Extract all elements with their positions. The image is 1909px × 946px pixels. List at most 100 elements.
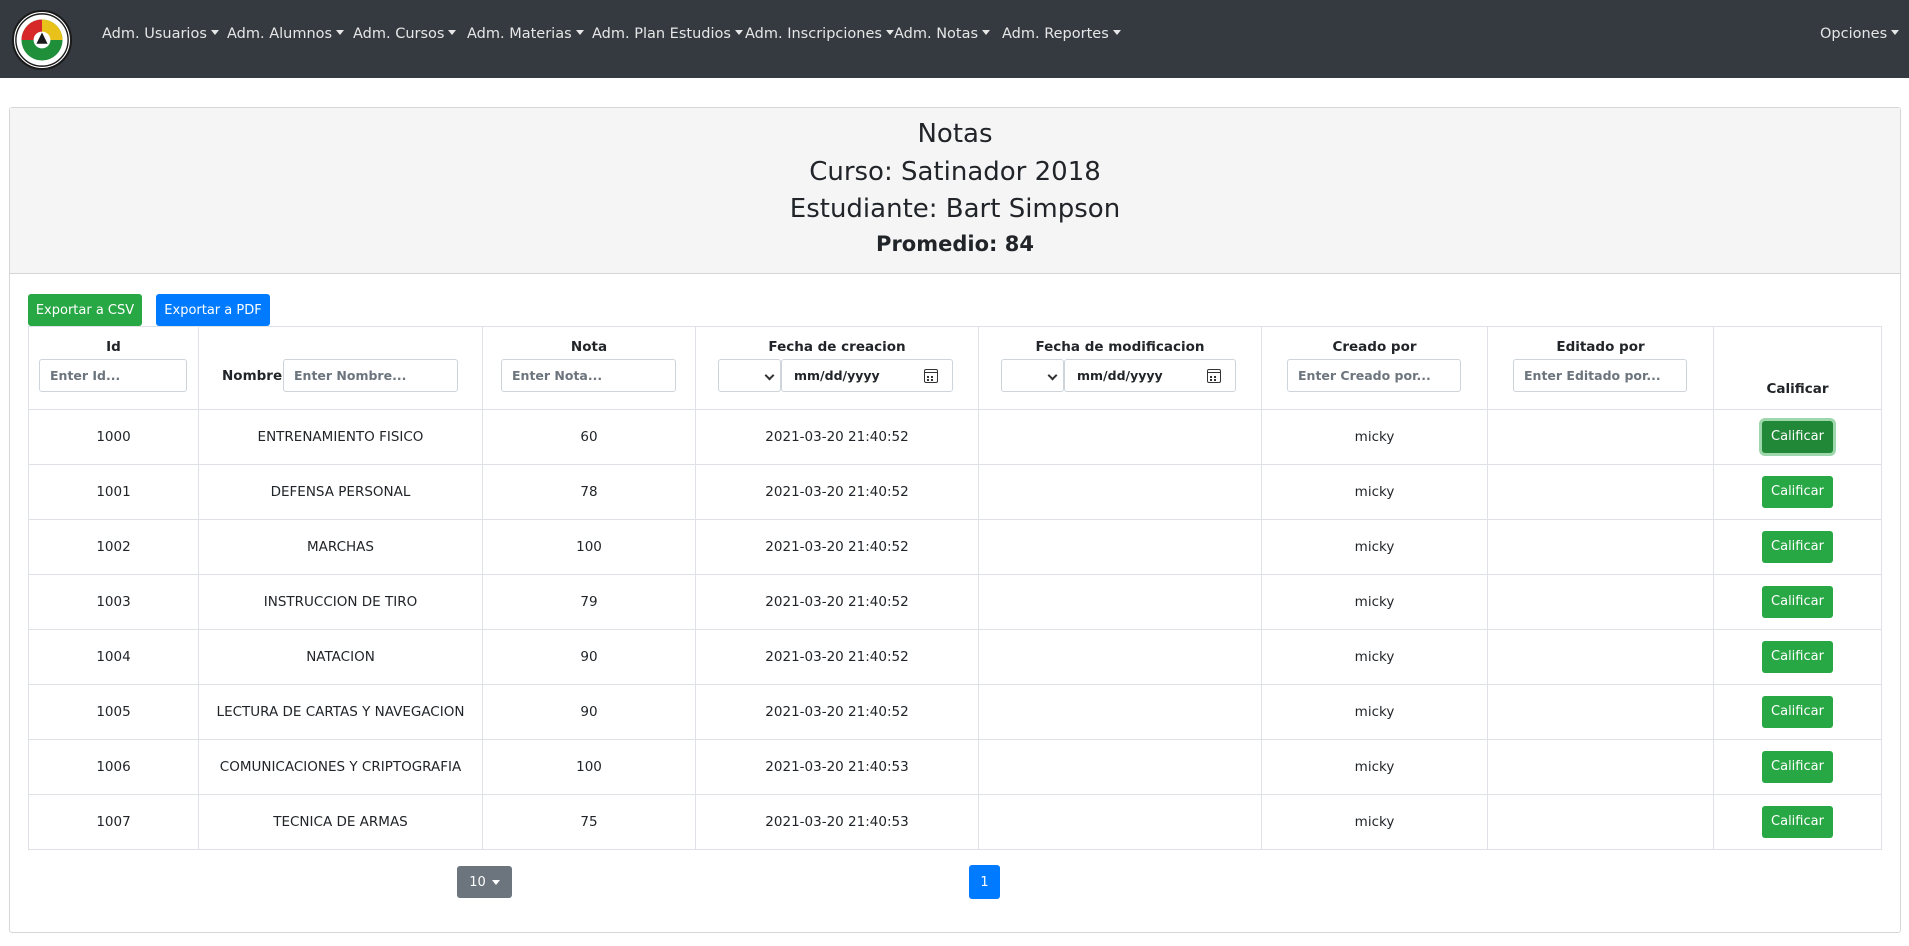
table-row: 1006 COMUNICACIONES Y CRIPTOGRAFIA 100 2…: [28, 739, 1882, 795]
table-row: 1004 NATACION 90 2021-03-20 21:40:52 mic…: [28, 629, 1882, 685]
calificar-button[interactable]: Calificar: [1762, 586, 1833, 618]
nav-adm-alumnos[interactable]: Adm. Alumnos: [227, 26, 345, 42]
export-csv-button[interactable]: Exportar a CSV: [28, 294, 142, 326]
nombre-filter-input[interactable]: Enter Nombre...: [283, 359, 458, 392]
cell-id: 1003: [28, 574, 199, 630]
cell-id: 1001: [28, 464, 199, 520]
cell-action: Calificar: [1713, 629, 1882, 685]
column-label-creado-por: Creado por: [1332, 339, 1417, 355]
caret-down-icon: [336, 30, 345, 35]
calendar-icon[interactable]: [924, 369, 938, 383]
nav-adm-plan-estudios[interactable]: Adm. Plan Estudios: [592, 26, 743, 42]
id-filter-input[interactable]: Enter Id...: [39, 359, 187, 392]
date-placeholder: mm/dd/yyyy: [1077, 368, 1163, 383]
page-size-dropdown[interactable]: 10: [457, 866, 512, 898]
column-label-calificar: Calificar: [1766, 381, 1829, 397]
cell-fecha-modificacion: [978, 794, 1262, 850]
calificar-button[interactable]: Calificar: [1762, 696, 1833, 728]
cell-action: Calificar: [1713, 684, 1882, 740]
logo[interactable]: [12, 10, 72, 70]
column-header-nota: Nota Enter Nota...: [482, 326, 696, 410]
caret-down-icon: [1891, 30, 1900, 35]
table-row: 1002 MARCHAS 100 2021-03-20 21:40:52 mic…: [28, 519, 1882, 575]
chevron-down-icon: [1047, 370, 1058, 381]
nav-opciones[interactable]: Opciones: [1820, 26, 1900, 42]
fecha-creacion-operator-select[interactable]: [718, 359, 781, 392]
cell-id: 1007: [28, 794, 199, 850]
column-header-fecha-modificacion: Fecha de modificacion mm/dd/yyyy: [978, 326, 1262, 410]
cell-fecha-creacion: 2021-03-20 21:40:52: [695, 574, 979, 630]
cell-fecha-modificacion: [978, 684, 1262, 740]
fecha-modificacion-operator-select[interactable]: [1001, 359, 1064, 392]
column-label-nota: Nota: [570, 339, 608, 355]
pagination-page-1[interactable]: 1: [969, 865, 1000, 899]
cell-nombre: TECNICA DE ARMAS: [198, 794, 483, 850]
cell-id: 1006: [28, 739, 199, 795]
cell-id: 1000: [28, 409, 199, 465]
cell-nota: 100: [482, 739, 696, 795]
cell-fecha-creacion: 2021-03-20 21:40:53: [695, 794, 979, 850]
nav-adm-cursos[interactable]: Adm. Cursos: [353, 26, 457, 42]
fecha-modificacion-date-input[interactable]: mm/dd/yyyy: [1064, 359, 1236, 392]
cell-action: Calificar: [1713, 794, 1882, 850]
caret-down-icon: [885, 30, 894, 35]
calificar-button[interactable]: Calificar: [1762, 421, 1833, 453]
column-header-id: Id Enter Id...: [28, 326, 199, 410]
caret-down-icon: [734, 30, 743, 35]
calendar-icon[interactable]: [1207, 369, 1221, 383]
nav-adm-inscripciones[interactable]: Adm. Inscripciones: [745, 26, 894, 42]
nota-filter-input[interactable]: Enter Nota...: [501, 359, 676, 392]
calificar-button[interactable]: Calificar: [1762, 531, 1833, 563]
nav-adm-materias[interactable]: Adm. Materias: [467, 26, 584, 42]
cell-id: 1004: [28, 629, 199, 685]
table-row: 1001 DEFENSA PERSONAL 78 2021-03-20 21:4…: [28, 464, 1882, 520]
calificar-button[interactable]: Calificar: [1762, 476, 1833, 508]
cell-fecha-creacion: 2021-03-20 21:40:53: [695, 739, 979, 795]
calificar-button[interactable]: Calificar: [1762, 751, 1833, 783]
nav-adm-reportes[interactable]: Adm. Reportes: [1002, 26, 1121, 42]
column-label-fecha-creacion: Fecha de creacion: [768, 339, 906, 355]
column-header-editado-por: Editado por Enter Editado por...: [1487, 326, 1714, 410]
cell-creado-por: micky: [1261, 574, 1488, 630]
logo-emblem-icon: [15, 13, 69, 67]
cell-creado-por: micky: [1261, 519, 1488, 575]
nav-label: Adm. Notas: [894, 26, 979, 42]
cell-nombre: MARCHAS: [198, 519, 483, 575]
nav-label: Adm. Materias: [467, 26, 572, 42]
fecha-creacion-date-input[interactable]: mm/dd/yyyy: [781, 359, 953, 392]
cell-editado-por: [1487, 739, 1714, 795]
export-pdf-button[interactable]: Exportar a PDF: [156, 294, 270, 326]
column-label-nombre: Nombre: [222, 368, 283, 384]
table-row: 1005 LECTURA DE CARTAS Y NAVEGACION 90 2…: [28, 684, 1882, 740]
nav-adm-usuarios[interactable]: Adm. Usuarios: [102, 26, 219, 42]
cell-fecha-creacion: 2021-03-20 21:40:52: [695, 684, 979, 740]
calificar-button[interactable]: Calificar: [1762, 641, 1833, 673]
cell-fecha-modificacion: [978, 519, 1262, 575]
cell-nombre: LECTURA DE CARTAS Y NAVEGACION: [198, 684, 483, 740]
creado-por-filter-input[interactable]: Enter Creado por...: [1287, 359, 1461, 392]
editado-por-filter-input[interactable]: Enter Editado por...: [1513, 359, 1687, 392]
cell-nota: 78: [482, 464, 696, 520]
table-row: 1003 INSTRUCCION DE TIRO 79 2021-03-20 2…: [28, 574, 1882, 630]
cell-fecha-creacion: 2021-03-20 21:40:52: [695, 629, 979, 685]
cell-creado-por: micky: [1261, 629, 1488, 685]
cell-nota: 90: [482, 629, 696, 685]
column-label-editado-por: Editado por: [1556, 339, 1645, 355]
cell-action: Calificar: [1713, 464, 1882, 520]
table-row: 1000 ENTRENAMIENTO FISICO 60 2021-03-20 …: [28, 409, 1882, 465]
page-size-value: 10: [469, 874, 486, 890]
nav-label: Adm. Usuarios: [102, 26, 207, 42]
cell-editado-por: [1487, 409, 1714, 465]
notas-table: Id Enter Id... Nombre Enter Nombre... No…: [28, 326, 1882, 850]
cell-editado-por: [1487, 794, 1714, 850]
cell-nota: 79: [482, 574, 696, 630]
column-header-calificar: Calificar: [1713, 326, 1882, 410]
nav-label: Opciones: [1820, 26, 1888, 42]
cell-creado-por: micky: [1261, 464, 1488, 520]
cell-fecha-creacion: 2021-03-20 21:40:52: [695, 409, 979, 465]
cell-fecha-creacion: 2021-03-20 21:40:52: [695, 464, 979, 520]
column-header-fecha-creacion: Fecha de creacion mm/dd/yyyy: [695, 326, 979, 410]
calificar-button[interactable]: Calificar: [1762, 806, 1833, 838]
cell-action: Calificar: [1713, 739, 1882, 795]
nav-adm-notas[interactable]: Adm. Notas: [894, 26, 991, 42]
